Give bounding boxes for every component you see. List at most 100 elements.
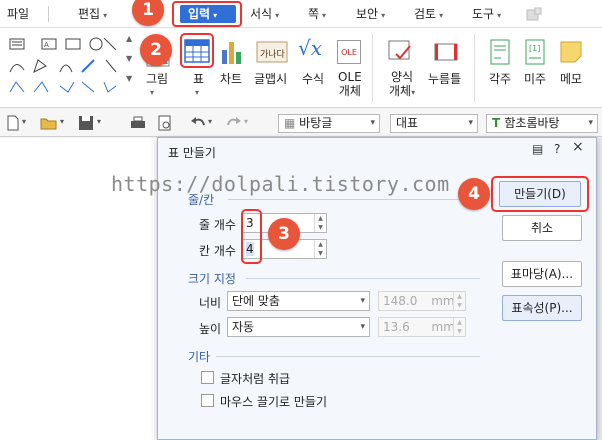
chevron-down-icon: ▾ <box>275 11 280 20</box>
chevron-down-icon[interactable]: ▾ <box>208 117 212 126</box>
font-value: 함초롬바탕 <box>504 116 560 130</box>
style-combo[interactable]: ▦ 바탕글 ▾ <box>278 114 380 133</box>
ribbon-form-label[interactable]: 양식 개체▾ <box>389 70 415 100</box>
preview-icon[interactable] <box>157 115 173 131</box>
chevron-down-icon[interactable]: ▾ <box>22 117 26 126</box>
step-badge-3: 3 <box>268 218 300 250</box>
menu-page-label: 쪽 <box>308 7 320 21</box>
chevron-down-icon: ▾ <box>439 11 444 20</box>
chevron-down-icon: ▾ <box>588 118 593 128</box>
spinner-arrows-icon[interactable]: ▲ ▼ <box>314 214 326 232</box>
ribbon-memo-label[interactable]: 메모 <box>560 72 582 86</box>
chevron-down-icon[interactable]: ▾ <box>60 117 64 126</box>
menu-review[interactable]: 검토 ▾ <box>414 5 443 23</box>
height-value: 13.6 <box>383 320 410 334</box>
chevron-down-icon: ▾ <box>213 11 218 20</box>
font-type-icon: T <box>492 116 505 130</box>
height-select[interactable]: 자동 ▾ <box>227 317 370 337</box>
ribbon: A ▲ ▼ ▼ 그림 ▾ 표 ▾ 차트 가나다 글맵시 √x 수식 OLE OL… <box>0 28 602 108</box>
menu-tools[interactable]: 도구 ▾ <box>472 5 501 23</box>
ribbon-clickfield-label[interactable]: 누름틀 <box>428 72 461 86</box>
undo-icon[interactable] <box>190 115 206 131</box>
help-button[interactable]: ? <box>554 142 560 156</box>
menu-file[interactable]: 파일 <box>7 5 29 23</box>
group-size-title: 크기 지정 <box>188 272 236 286</box>
open-folder-icon[interactable] <box>40 115 58 131</box>
ribbon-ole-label[interactable]: OLE 개체 <box>338 70 362 98</box>
form-line2: 개체 <box>389 84 412 98</box>
step-badge-2: 2 <box>140 34 172 66</box>
ribbon-picture-label[interactable]: 그림 <box>146 72 168 86</box>
ribbon-separator <box>474 34 475 102</box>
spinner-arrows-icon[interactable]: ▲ ▼ <box>314 240 326 258</box>
format-toolbar: ▾ ▾ ▾ ▾ ▾ ▦ 바탕글 ▾ 대표 ▾ T 함초롬바탕 ▾ <box>0 109 602 137</box>
group-divider <box>246 278 480 279</box>
chevron-down-icon: ▾ <box>360 322 365 332</box>
chevron-down-icon: ▾ <box>150 88 155 97</box>
dialog-settings-icon[interactable]: ▤ <box>532 142 543 156</box>
create-button[interactable]: 만들기(D) <box>499 181 581 207</box>
puzzle-icon[interactable] <box>526 7 542 21</box>
cancel-button[interactable]: 취소 <box>502 215 582 241</box>
menu-edit[interactable]: 편집 ▾ <box>78 5 107 23</box>
menu-review-label: 검토 <box>414 7 437 21</box>
table-style-button[interactable]: 표마당(A)... <box>502 261 582 287</box>
ribbon-endnote-label[interactable]: 미주 <box>524 72 546 86</box>
ribbon-wordart-label[interactable]: 글맵시 <box>254 72 287 86</box>
chevron-down-icon[interactable]: ▾ <box>97 117 101 126</box>
mouse-drag-checkbox[interactable] <box>201 394 214 407</box>
ribbon-chart-label[interactable]: 차트 <box>220 72 242 86</box>
spinner-arrows-icon[interactable]: ▲ ▼ <box>453 318 465 336</box>
ribbon-footnote-label[interactable]: 각주 <box>489 72 511 86</box>
menu-input-label: 입력 <box>188 7 211 21</box>
chevron-down-icon: ▾ <box>360 296 365 306</box>
group-etc-title: 기타 <box>188 350 211 364</box>
height-label: 높이 <box>199 322 222 336</box>
font-combo[interactable]: T 함초롬바탕 ▾ <box>486 114 598 133</box>
shapes-gallery[interactable]: A <box>8 36 128 102</box>
ole-icon: OLE <box>337 40 361 64</box>
style-icon: ▦ <box>284 116 300 130</box>
chart-icon <box>222 42 241 64</box>
watermark-text: https://dolpali.tistory.com <box>111 172 450 196</box>
close-button[interactable]: × <box>572 139 584 155</box>
cols-label: 칸 개수 <box>199 244 236 258</box>
ribbon-equation-label[interactable]: 수식 <box>302 72 324 86</box>
table-properties-button[interactable]: 표속성(P)... <box>502 295 582 321</box>
redo-icon[interactable] <box>226 115 242 131</box>
svg-text:[1]: [1] <box>529 44 540 53</box>
wordart-icon: 가나다 <box>256 41 288 63</box>
width-label: 너비 <box>199 296 222 310</box>
form-object-icon <box>388 40 411 60</box>
ribbon-table-label[interactable]: 표 <box>193 72 204 86</box>
gallery-scroll[interactable]: ▲ ▼ ▼ <box>126 34 132 84</box>
paragraph-combo[interactable]: 대표 ▾ <box>390 114 478 133</box>
table-icon[interactable] <box>183 38 211 64</box>
rows-label: 줄 개수 <box>199 218 236 232</box>
chevron-down-icon: ▾ <box>468 118 473 128</box>
as-char-label: 글자처럼 취급 <box>220 372 291 386</box>
chevron-down-icon: ▾ <box>195 88 200 97</box>
paragraph-value: 대표 <box>396 116 419 130</box>
menu-security-label: 보안 <box>356 7 379 21</box>
save-icon[interactable] <box>78 115 94 131</box>
print-icon[interactable] <box>130 115 146 131</box>
chevron-down-icon[interactable]: ▾ <box>244 117 248 126</box>
as-char-checkbox[interactable] <box>201 371 214 384</box>
footnote-icon <box>490 39 510 65</box>
chevron-down-icon: ▾ <box>370 118 375 128</box>
menu-page[interactable]: 쪽 ▾ <box>308 5 326 23</box>
menu-format[interactable]: 서식 ▾ <box>250 5 279 23</box>
width-value: 148.0 <box>383 294 418 308</box>
height-value-spinner[interactable]: 13.6 mm ▲ ▼ <box>378 317 466 337</box>
spinner-arrows-icon[interactable]: ▲ ▼ <box>453 292 465 310</box>
width-select-value: 단에 맞춤 <box>232 294 280 308</box>
width-select[interactable]: 단에 맞춤 ▾ <box>227 291 370 311</box>
ole-line2: 개체 <box>338 84 361 98</box>
menu-security[interactable]: 보안 ▾ <box>356 5 385 23</box>
menu-input[interactable]: 입력 ▾ <box>180 5 236 23</box>
new-doc-icon[interactable] <box>6 115 20 131</box>
width-value-spinner[interactable]: 148.0 mm ▲ ▼ <box>378 291 466 311</box>
menu-tools-label: 도구 <box>472 7 495 21</box>
height-unit: mm <box>431 320 455 334</box>
